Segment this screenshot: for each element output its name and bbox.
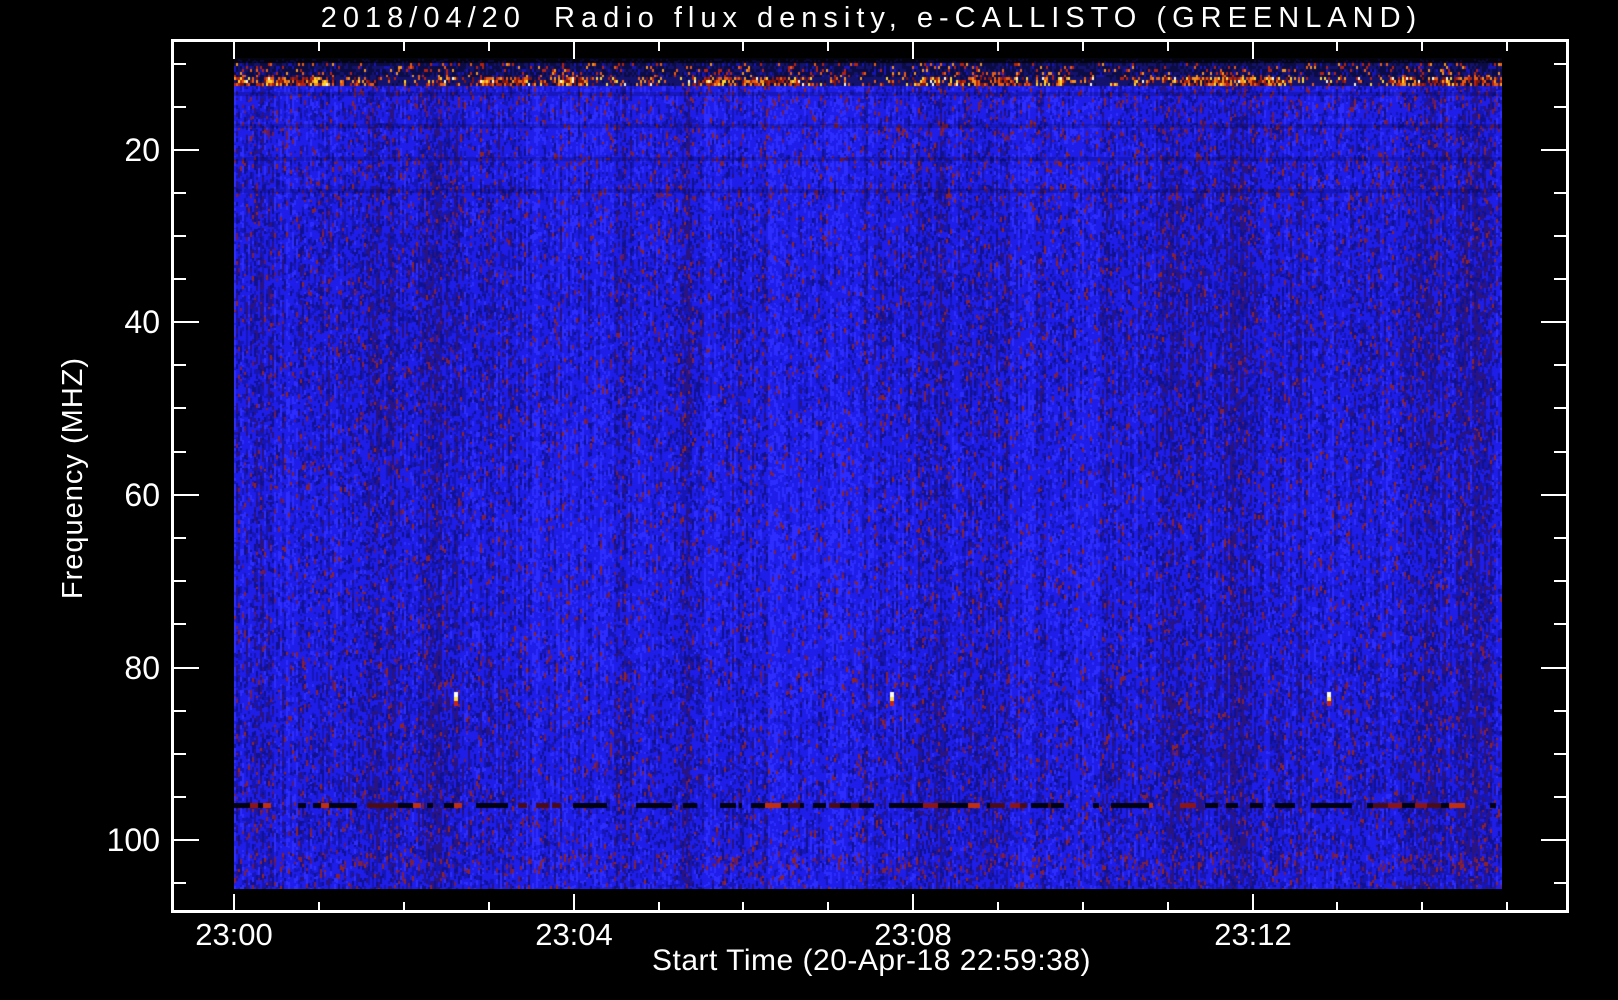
y-tick-label: 60 [124, 477, 160, 513]
y-minor-tick-left [174, 278, 186, 280]
y-minor-tick-left [174, 192, 186, 194]
y-minor-tick-left [174, 753, 186, 755]
x-minor-tick-bottom [827, 902, 829, 910]
y-major-tick-right [1541, 149, 1566, 151]
y-minor-tick-left [174, 882, 186, 884]
y-major-tick-right [1541, 494, 1566, 496]
x-minor-tick-bottom [742, 902, 744, 910]
y-minor-tick-right [1554, 407, 1566, 409]
x-minor-tick-bottom [488, 902, 490, 910]
y-minor-tick-right [1554, 580, 1566, 582]
y-major-tick-right [1541, 839, 1566, 841]
y-minor-tick-left [174, 580, 186, 582]
x-minor-tick-bottom [1167, 902, 1169, 910]
x-minor-tick-top [488, 42, 490, 51]
y-minor-tick-right [1554, 364, 1566, 366]
x-minor-tick-bottom [1082, 902, 1084, 910]
y-minor-tick-right [1554, 796, 1566, 798]
y-minor-tick-left [174, 710, 186, 712]
y-minor-tick-right [1554, 537, 1566, 539]
y-minor-tick-left [174, 623, 186, 625]
x-major-tick-bottom [573, 894, 575, 910]
x-minor-tick-top [1167, 42, 1169, 51]
y-minor-tick-left [174, 106, 186, 108]
y-major-tick-left [174, 494, 199, 496]
y-major-tick-right [1541, 667, 1566, 669]
y-tick-label: 80 [124, 650, 160, 686]
x-minor-tick-top [997, 42, 999, 51]
x-minor-tick-top [1336, 42, 1338, 51]
x-major-tick-top [912, 42, 914, 59]
y-minor-tick-left [174, 407, 186, 409]
x-minor-tick-bottom [658, 902, 660, 910]
y-minor-tick-right [1554, 106, 1566, 108]
x-minor-tick-top [1506, 42, 1508, 51]
x-minor-tick-bottom [1506, 902, 1508, 910]
x-axis-title: Start Time (20-Apr-18 22:59:38) [651, 944, 1092, 977]
y-minor-tick-right [1554, 623, 1566, 625]
spectrogram-page: 2018/04/20 Radio flux density, e-CALLIST… [0, 0, 1618, 1000]
x-minor-tick-top [403, 42, 405, 51]
x-major-tick-bottom [912, 894, 914, 910]
y-minor-tick-right [1554, 710, 1566, 712]
x-minor-tick-top [827, 42, 829, 51]
chart-title: 2018/04/20 Radio flux density, e-CALLIST… [320, 2, 1423, 34]
y-major-tick-left [174, 667, 199, 669]
y-axis-title: Frequency (MHZ) [57, 356, 89, 600]
x-minor-tick-bottom [403, 902, 405, 910]
x-major-tick-top [233, 42, 235, 59]
x-minor-tick-top [1082, 42, 1084, 51]
x-minor-tick-top [318, 42, 320, 51]
x-minor-tick-bottom [997, 902, 999, 910]
y-major-tick-left [174, 321, 199, 323]
x-minor-tick-top [1421, 42, 1423, 51]
x-minor-tick-top [742, 42, 744, 51]
x-minor-tick-bottom [1421, 902, 1423, 910]
y-minor-tick-right [1554, 278, 1566, 280]
y-minor-tick-right [1554, 192, 1566, 194]
y-minor-tick-right [1554, 235, 1566, 237]
y-minor-tick-right [1554, 882, 1566, 884]
x-minor-tick-top [658, 42, 660, 51]
y-tick-label: 100 [106, 822, 160, 858]
y-major-tick-right [1541, 321, 1566, 323]
y-major-tick-left [174, 149, 199, 151]
x-major-tick-top [1252, 42, 1254, 59]
y-tick-label: 20 [124, 132, 160, 168]
y-minor-tick-right [1554, 451, 1566, 453]
plot-frame [171, 39, 1569, 913]
y-major-tick-left [174, 839, 199, 841]
x-minor-tick-bottom [318, 902, 320, 910]
y-minor-tick-left [174, 451, 186, 453]
y-minor-tick-right [1554, 63, 1566, 65]
x-major-tick-bottom [233, 894, 235, 910]
x-major-tick-bottom [1252, 894, 1254, 910]
y-minor-tick-left [174, 796, 186, 798]
y-minor-tick-left [174, 537, 186, 539]
y-tick-label: 40 [124, 304, 160, 340]
y-minor-tick-left [174, 63, 186, 65]
x-minor-tick-bottom [1336, 902, 1338, 910]
y-minor-tick-left [174, 364, 186, 366]
y-minor-tick-left [174, 235, 186, 237]
x-major-tick-top [573, 42, 575, 59]
y-minor-tick-right [1554, 753, 1566, 755]
